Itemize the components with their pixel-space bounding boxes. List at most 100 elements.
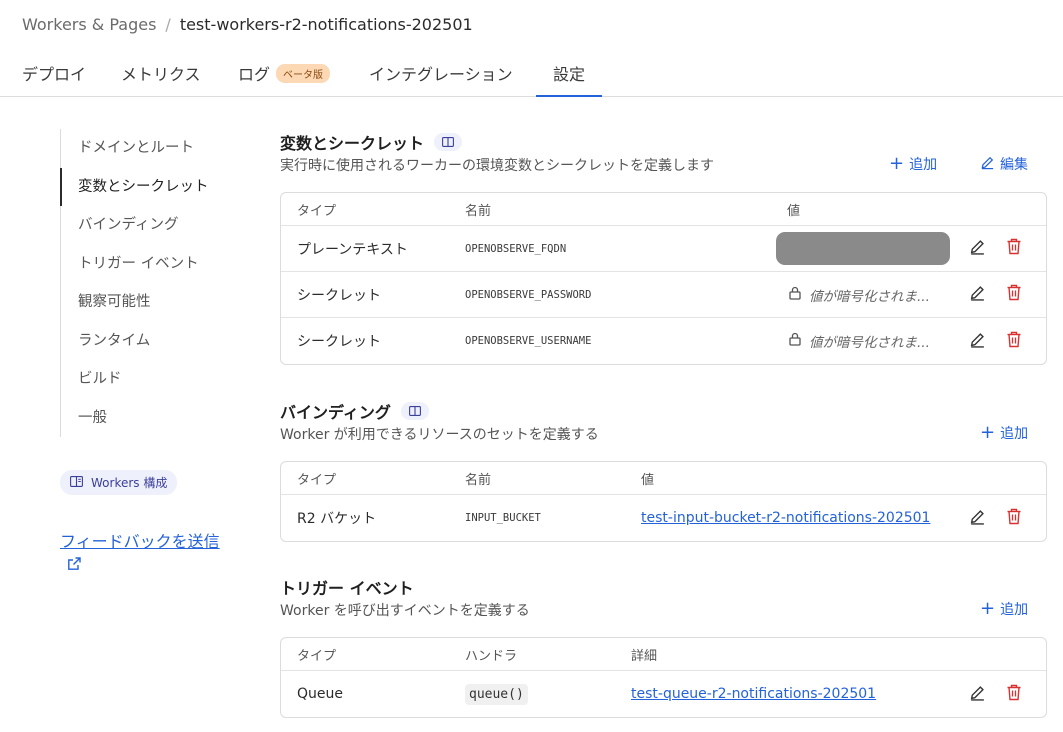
tab-settings[interactable]: 設定 bbox=[536, 61, 602, 97]
tab-bar: デプロイ メトリクス ログ ベータ版 インテグレーション 設定 bbox=[0, 58, 1063, 97]
header-name: 名前 bbox=[465, 472, 492, 488]
breadcrumb-current: test-workers-r2-notifications-202501 bbox=[179, 15, 473, 34]
edit-row-button[interactable] bbox=[967, 495, 987, 541]
table-header: タイプ ハンドラ 詳細 bbox=[281, 638, 1046, 671]
row-name: OPENOBSERVE_PASSWORD bbox=[465, 288, 592, 301]
workers-config-label: Workers 構成 bbox=[91, 476, 168, 490]
sidenav-item-bindings[interactable]: バインディング bbox=[61, 206, 230, 245]
tab-deploy[interactable]: デプロイ bbox=[22, 61, 86, 97]
sidenav-item-triggers[interactable]: トリガー イベント bbox=[61, 245, 230, 284]
sidenav-item-runtime[interactable]: ランタイム bbox=[61, 322, 230, 361]
edit-variables-button[interactable]: 編集 bbox=[980, 154, 1028, 174]
variables-table: タイプ 名前 値 プレーンテキスト OPENOBSERVE_FQDN シークレッ… bbox=[280, 192, 1047, 365]
lock-icon bbox=[789, 286, 801, 304]
pencil-icon bbox=[969, 284, 986, 305]
pencil-icon bbox=[980, 155, 995, 174]
pencil-icon bbox=[969, 508, 986, 529]
sidenav-item-variables[interactable]: 変数とシークレット bbox=[60, 167, 230, 206]
queue-link[interactable]: test-queue-r2-notifications-202501 bbox=[631, 671, 876, 717]
book-icon[interactable] bbox=[434, 133, 463, 151]
variables-title-text: 変数とシークレット bbox=[280, 134, 425, 153]
trash-icon bbox=[1006, 238, 1022, 259]
breadcrumb: Workers & Pages / test-workers-r2-notifi… bbox=[22, 15, 473, 34]
feedback-link[interactable]: フィードバックを送信 bbox=[60, 528, 220, 552]
breadcrumb-separator: / bbox=[165, 15, 171, 34]
lock-icon bbox=[789, 332, 801, 350]
workers-config-link[interactable]: Workers 構成 bbox=[60, 470, 178, 495]
tab-integrations[interactable]: インテグレーション bbox=[369, 61, 513, 97]
table-row: R2 バケット INPUT_BUCKET test-input-bucket-r… bbox=[281, 495, 1046, 541]
delete-row-button[interactable] bbox=[1004, 226, 1024, 271]
row-value-encrypted: 値が暗号化されま... bbox=[789, 272, 930, 317]
tab-metrics[interactable]: メトリクス bbox=[121, 61, 201, 97]
encrypted-value-text: 値が暗号化されま... bbox=[809, 288, 930, 305]
add-variable-button[interactable]: + 追加 bbox=[889, 154, 937, 174]
row-handler: queue() bbox=[465, 671, 528, 717]
add-trigger-button[interactable]: + 追加 bbox=[980, 599, 1028, 619]
row-type: シークレット bbox=[297, 334, 381, 350]
row-type: プレーンテキスト bbox=[297, 241, 408, 258]
triggers-description: Worker を呼び出すイベントを定義する bbox=[280, 603, 530, 619]
pencil-icon bbox=[969, 684, 986, 705]
edit-label: 編集 bbox=[1000, 157, 1028, 173]
triggers-table: タイプ ハンドラ 詳細 Queue queue() test-queue-r2-… bbox=[280, 637, 1047, 718]
book-icon[interactable] bbox=[400, 402, 429, 420]
delete-row-button[interactable] bbox=[1004, 272, 1024, 317]
table-row: プレーンテキスト OPENOBSERVE_FQDN bbox=[281, 226, 1046, 272]
plus-icon: + bbox=[980, 422, 996, 443]
delete-row-button[interactable] bbox=[1004, 671, 1024, 717]
plus-icon: + bbox=[889, 153, 905, 174]
sidenav-item-general[interactable]: 一般 bbox=[61, 399, 230, 438]
sidenav-item-domains[interactable]: ドメインとルート bbox=[61, 129, 230, 168]
table-row: シークレット OPENOBSERVE_PASSWORD 値が暗号化されま... bbox=[281, 272, 1046, 318]
sidenav-item-observability[interactable]: 観察可能性 bbox=[61, 283, 230, 322]
delete-row-button[interactable] bbox=[1004, 318, 1024, 364]
row-name: INPUT_BUCKET bbox=[465, 512, 541, 524]
header-value: 値 bbox=[641, 472, 655, 488]
encrypted-value-text: 値が暗号化されま... bbox=[809, 335, 930, 351]
bindings-table: タイプ 名前 値 R2 バケット INPUT_BUCKET test-input… bbox=[280, 461, 1047, 542]
header-type: タイプ bbox=[297, 203, 337, 219]
bindings-title-text: バインディング bbox=[280, 403, 391, 422]
row-name: OPENOBSERVE_USERNAME bbox=[465, 335, 592, 347]
edit-row-button[interactable] bbox=[967, 671, 987, 717]
table-row: シークレット OPENOBSERVE_USERNAME 値が暗号化されま... bbox=[281, 318, 1046, 364]
add-label: 追加 bbox=[909, 157, 938, 173]
row-value-encrypted: 値が暗号化されま... bbox=[789, 318, 930, 364]
header-type: タイプ bbox=[297, 472, 337, 488]
bucket-link[interactable]: test-input-bucket-r2-notifications-20250… bbox=[641, 495, 930, 541]
sidenav-item-build[interactable]: ビルド bbox=[61, 360, 230, 399]
trash-icon bbox=[1006, 331, 1022, 352]
edit-row-button[interactable] bbox=[967, 272, 987, 317]
trash-icon bbox=[1006, 508, 1022, 529]
trash-icon bbox=[1006, 284, 1022, 305]
pencil-icon bbox=[969, 238, 986, 259]
tab-logs[interactable]: ログ ベータ版 bbox=[238, 61, 331, 97]
add-binding-button[interactable]: + 追加 bbox=[980, 423, 1028, 443]
row-type: シークレット bbox=[297, 287, 381, 304]
row-type: Queue bbox=[297, 686, 343, 702]
external-link-icon[interactable] bbox=[66, 556, 82, 572]
row-name: OPENOBSERVE_FQDN bbox=[465, 242, 567, 255]
edit-row-button[interactable] bbox=[967, 226, 987, 271]
bindings-description: Worker が利用できるリソースのセットを定義する bbox=[280, 427, 599, 443]
tab-label: インテグレーション bbox=[369, 65, 513, 84]
edit-row-button[interactable] bbox=[967, 318, 987, 364]
plus-icon: + bbox=[980, 598, 996, 619]
add-label: 追加 bbox=[1000, 602, 1029, 618]
row-value-redacted bbox=[776, 226, 950, 271]
tab-label: ログ bbox=[238, 65, 271, 84]
handler-code: queue() bbox=[465, 683, 528, 705]
header-detail: 詳細 bbox=[631, 648, 658, 664]
beta-badge: ベータ版 bbox=[276, 64, 331, 83]
delete-row-button[interactable] bbox=[1004, 495, 1024, 541]
table-row: Queue queue() test-queue-r2-notification… bbox=[281, 671, 1046, 717]
triggers-section-title: トリガー イベント bbox=[280, 575, 414, 599]
variables-description: 実行時に使用されるワーカーの環境変数とシークレットを定義します bbox=[280, 158, 714, 174]
trash-icon bbox=[1006, 684, 1022, 705]
table-header: タイプ 名前 値 bbox=[281, 193, 1046, 226]
variables-section-title: 変数とシークレット bbox=[280, 130, 463, 154]
breadcrumb-root[interactable]: Workers & Pages bbox=[22, 15, 156, 34]
settings-sidenav: ドメインとルート 変数とシークレット バインディング トリガー イベント 観察可… bbox=[60, 129, 230, 437]
redacted-value bbox=[776, 232, 950, 265]
